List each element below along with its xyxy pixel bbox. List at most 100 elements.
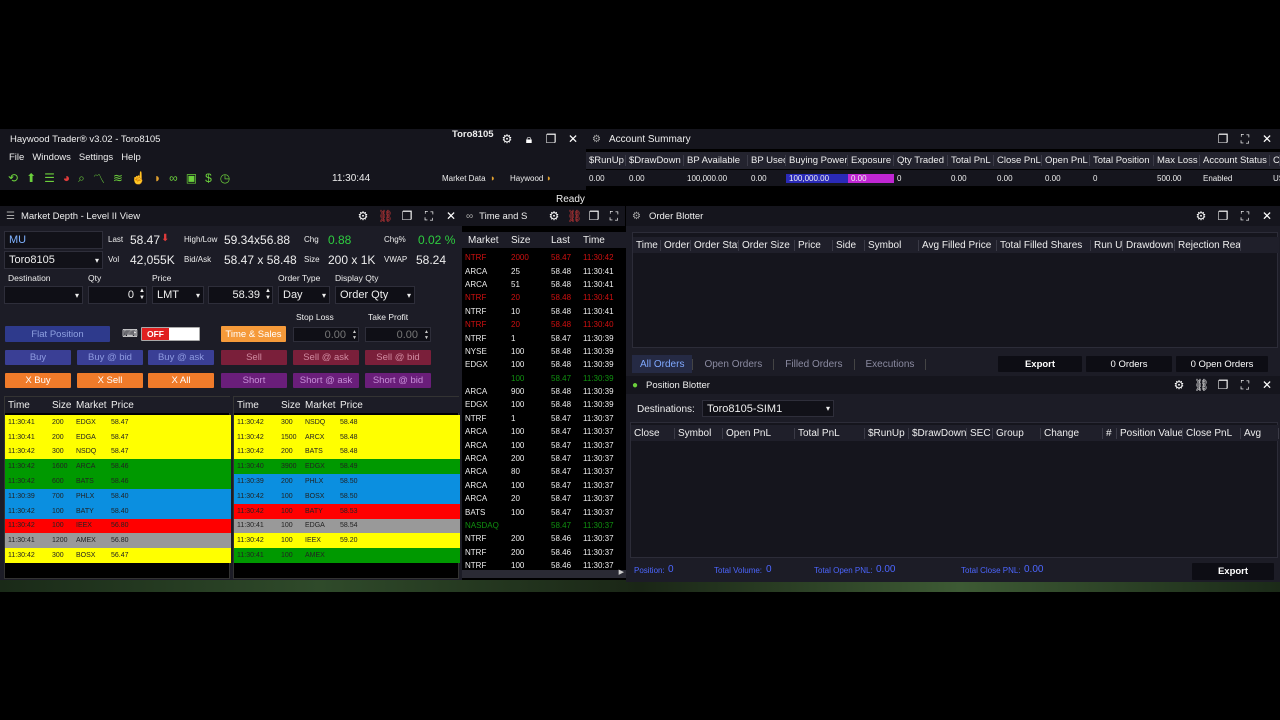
cancel-buy-button[interactable]: X Buy: [5, 373, 71, 388]
pie-chart-icon[interactable]: ◕: [63, 171, 70, 185]
ts-restore-icon[interactable]: ❐: [587, 209, 601, 223]
bid-row[interactable]: 11:30:41 200 EDGX 58.47: [5, 415, 231, 430]
account-col-header[interactable]: Total Position: [1090, 155, 1154, 166]
orders-settings-icon[interactable]: ⚙: [1194, 209, 1208, 223]
refresh-icon[interactable]: ⟲: [8, 171, 18, 185]
account-col-header[interactable]: Total PnL: [948, 155, 994, 166]
order-col-header[interactable]: Run Up: [1091, 239, 1123, 251]
order-col-header[interactable]: Time: [633, 239, 661, 251]
ask-row[interactable]: 11:30:41 100 AMEX: [234, 548, 460, 563]
account-col-header[interactable]: Exposure: [848, 155, 894, 166]
ask-col-time[interactable]: Time: [234, 400, 278, 411]
ts-maximize-icon[interactable]: ⛶: [607, 209, 621, 224]
ts-link-red-icon[interactable]: ⛓: [567, 209, 582, 223]
order-col-header[interactable]: Order Stat: [691, 239, 739, 251]
menu-windows[interactable]: Windows: [32, 152, 71, 163]
short-button[interactable]: Short: [221, 373, 287, 388]
ts-scrollbar[interactable]: ▶: [462, 568, 626, 578]
ask-row[interactable]: 11:30:42 100 IEEX 59.20: [234, 533, 460, 549]
tab-all-orders[interactable]: All Orders: [632, 355, 693, 373]
tab-filled-orders[interactable]: Filled Orders: [773, 358, 853, 370]
link-icon[interactable]: ∞: [169, 171, 178, 185]
bid-col-market[interactable]: Market: [73, 400, 108, 411]
display-qty-select[interactable]: Order Qty ▾: [335, 286, 415, 304]
position-col-header[interactable]: #: [1103, 427, 1117, 439]
close-icon[interactable]: ✕: [566, 132, 580, 146]
depth-close-icon[interactable]: ✕: [444, 209, 458, 223]
tab-executions[interactable]: Executions: [853, 358, 927, 370]
order-col-header[interactable]: Order Size: [739, 239, 795, 251]
restore-icon[interactable]: ❐: [544, 132, 558, 146]
order-col-header[interactable]: Drawdown: [1123, 239, 1175, 251]
orders-restore-icon[interactable]: ❐: [1216, 209, 1230, 223]
orders-maximize-icon[interactable]: ⛶: [1238, 209, 1252, 224]
depth-maximize-icon[interactable]: ⛶: [422, 209, 436, 224]
time-sales-button[interactable]: Time & Sales: [221, 326, 286, 342]
bid-col-size[interactable]: Size: [49, 400, 73, 411]
bid-row[interactable]: 11:30:42 1600 ARCA 58.46: [5, 459, 231, 475]
positions-export-button[interactable]: Export: [1192, 563, 1274, 580]
positions-close-icon[interactable]: ✕: [1260, 378, 1274, 392]
ts-link-icon[interactable]: ∞: [462, 211, 473, 222]
short-at-bid-button[interactable]: Short @ bid: [365, 373, 431, 388]
bid-row[interactable]: 11:30:41 200 EDGA 58.47: [5, 429, 231, 445]
position-col-header[interactable]: Symbol: [675, 427, 723, 439]
sell-at-ask-button[interactable]: Sell @ ask: [293, 350, 359, 365]
ask-col-market[interactable]: Market: [302, 400, 337, 411]
qty-input[interactable]: 0 ▲ ▼: [88, 286, 147, 304]
buy-button[interactable]: Buy: [5, 350, 71, 365]
destination-select[interactable]: ▾: [4, 286, 83, 304]
menu-settings[interactable]: Settings: [79, 152, 113, 163]
symbol-input[interactable]: MU: [4, 231, 103, 249]
positions-restore-icon[interactable]: ❐: [1216, 378, 1230, 392]
depth-restore-icon[interactable]: ❐: [400, 209, 414, 223]
qty-stepper-icon[interactable]: ▲ ▼: [139, 288, 145, 302]
up-arrow-icon[interactable]: ⬆: [26, 171, 36, 185]
takeprofit-stepper-icon[interactable]: ▲ ▼: [424, 329, 429, 341]
account-col-header[interactable]: $RunUp: [586, 155, 626, 166]
account-col-header[interactable]: Qty Traded: [894, 155, 948, 166]
depth-link-icon[interactable]: ⛓: [378, 209, 393, 223]
ask-row[interactable]: 11:30:39 200 PHLX 58.50: [234, 474, 460, 489]
order-col-header[interactable]: Total Filled Shares: [997, 239, 1091, 251]
bid-row[interactable]: 11:30:42 100 BATY 58.40: [5, 503, 231, 519]
sell-at-bid-button[interactable]: Sell @ bid: [365, 350, 431, 365]
bid-col-price[interactable]: Price: [108, 400, 148, 411]
ts-col-time[interactable]: Time: [580, 235, 620, 246]
account-restore-icon[interactable]: ❐: [1216, 132, 1230, 146]
buy-at-bid-button[interactable]: Buy @ bid: [77, 350, 143, 365]
line-chart-icon[interactable]: 〽: [93, 170, 105, 187]
bid-row[interactable]: 11:30:39 700 PHLX 58.40: [5, 488, 231, 504]
stoploss-stepper-icon[interactable]: ▲ ▼: [352, 329, 357, 341]
hand-icon[interactable]: ☝: [131, 171, 146, 185]
ts-col-size[interactable]: Size: [508, 235, 548, 246]
account-col-header[interactable]: Buying Power: [786, 155, 848, 166]
position-col-header[interactable]: Close: [631, 427, 675, 439]
depth-settings-icon[interactable]: ⚙: [356, 209, 370, 223]
position-col-header[interactable]: SEC: [967, 427, 993, 439]
feed-icon[interactable]: ◗: [154, 171, 161, 185]
order-toggle[interactable]: OFF: [141, 327, 200, 341]
search-icon[interactable]: ⌕: [78, 171, 85, 186]
tab-open-orders[interactable]: Open Orders: [692, 358, 773, 370]
price-input[interactable]: 58.39 ▲ ▼: [208, 286, 273, 304]
order-col-header[interactable]: Order: [661, 239, 691, 251]
bid-row[interactable]: 11:30:42 100 IEEX 56.80: [5, 518, 231, 534]
save-icon[interactable]: ▣: [186, 171, 197, 185]
bid-row[interactable]: 11:30:41 1200 AMEX 56.80: [5, 533, 231, 549]
position-col-header[interactable]: Close PnL: [1183, 427, 1241, 439]
cancel-all-button[interactable]: X All: [148, 373, 214, 388]
short-at-ask-button[interactable]: Short @ ask: [293, 373, 359, 388]
account-col-header[interactable]: Close PnL: [994, 155, 1042, 166]
position-col-header[interactable]: Open PnL: [723, 427, 795, 439]
menu-help[interactable]: Help: [121, 152, 141, 163]
account-col-header[interactable]: Account Status: [1200, 155, 1270, 166]
settings-icon[interactable]: ⚙: [500, 132, 514, 146]
order-col-header[interactable]: Rejection Reas: [1175, 239, 1241, 251]
ts-scroll-right-icon[interactable]: ▶: [619, 568, 624, 576]
position-col-header[interactable]: $DrawDown: [909, 427, 967, 439]
account-maximize-icon[interactable]: ⛶: [1238, 132, 1252, 147]
flat-position-button[interactable]: Flat Position: [5, 326, 110, 342]
ask-row[interactable]: 11:30:42 300 NSDQ 58.48: [234, 415, 460, 430]
account-col-header[interactable]: BP Available: [684, 155, 748, 166]
